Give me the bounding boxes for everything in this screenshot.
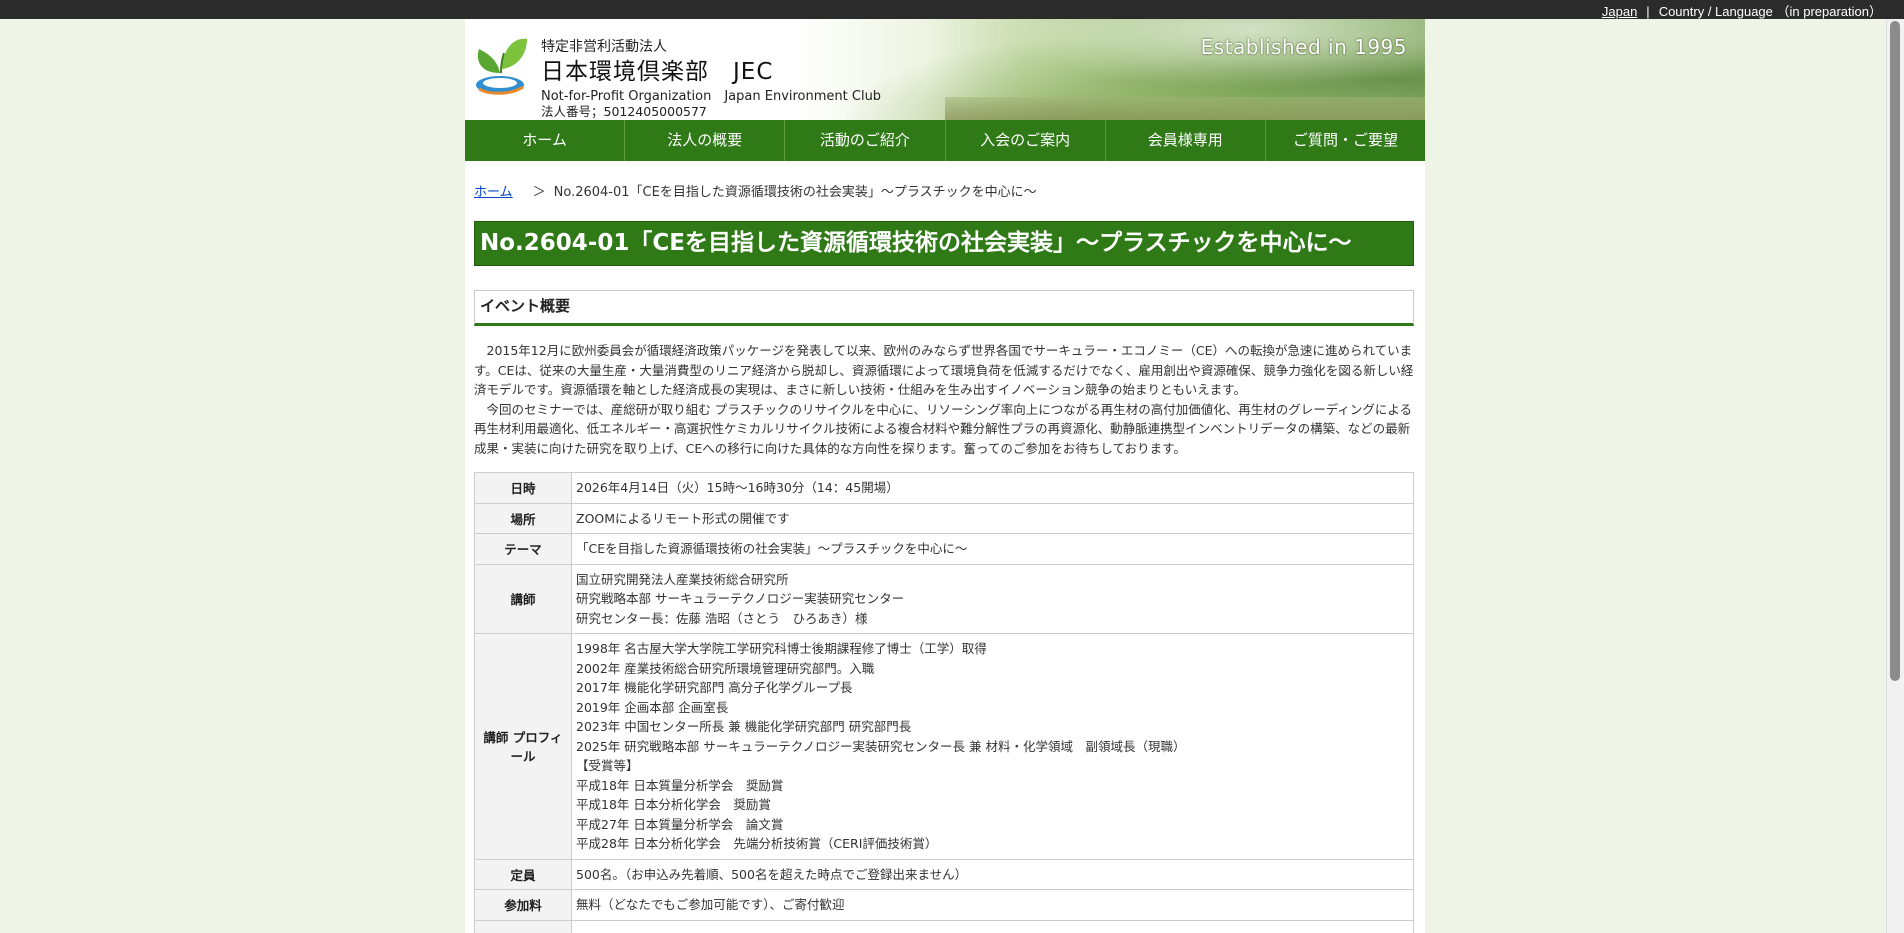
table-row: 定員 500名。（お申込み先着順、500名を超えた時点でご登録出来ません）: [474, 858, 1414, 890]
table-row: [474, 919, 1414, 933]
profile-value: 1998年 名古屋大学大学院工学研究科博士後期課程修了博士（工学）取得 2002…: [571, 633, 1414, 860]
lecturer-value: 国立研究開発法人産業技術総合研究所 研究戦略本部 サーキュラーテクノロジー実装研…: [571, 563, 1414, 634]
profile-line: 平成18年 日本質量分析学会 奨励賞: [576, 777, 784, 793]
lecturer-line: 研究戦略本部 サーキュラーテクノロジー実装研究センター: [576, 591, 905, 606]
capacity-value: 500名。（お申込み先着順、500名を超えた時点でご登録出来ません）: [571, 858, 1414, 890]
profile-line: 2019年 企画本部 企画室長: [576, 699, 729, 715]
nav-item-contact[interactable]: ご質問・ご要望: [1266, 120, 1425, 161]
table-row: 講師 プロフィール 1998年 名古屋大学大学院工学研究科博士後期課程修了博士（…: [474, 633, 1414, 860]
breadcrumb-home-link[interactable]: ホーム: [474, 185, 513, 200]
corporate-number: 法人番号；5012405000577: [541, 104, 707, 119]
sprout-logo-icon[interactable]: [473, 33, 531, 99]
breadcrumb-current: No.2604-01「CEを目指した資源循環技術の社会実装」～プラスチックを中心…: [553, 185, 1037, 200]
page-title: No.2604-01「CEを目指した資源循環技術の社会実装」～プラスチックを中心…: [480, 230, 1352, 256]
header-background-ground: [945, 97, 1425, 120]
table-row: テーマ 「CEを目指した資源循環技術の社会実装」～プラスチックを中心に～: [474, 533, 1414, 565]
org-name-jp: 日本環境倶楽部 JEC: [541, 59, 774, 85]
theme-label: テーマ: [474, 533, 572, 565]
nav-item-membership[interactable]: 入会のご案内: [946, 120, 1106, 161]
top-bar-links: Japan | Country / Language （in preparation…: [1602, 1, 1882, 20]
table-row: 場所 ZOOMによるリモート形式の開催です: [474, 502, 1414, 534]
datetime-value: 2026年4月14日（火）15時～16時30分（14：45開場）: [571, 472, 1414, 504]
breadcrumb: ホーム ＞ No.2604-01「CEを目指した資源循環技術の社会実装」～プラスチッ…: [474, 181, 1037, 200]
profile-line: 2025年 研究戦略本部 サーキュラーテクノロジー実装研究センター長 兼 材料・…: [576, 738, 1186, 754]
table-cell-empty: [571, 919, 1414, 933]
top-bar: Japan | Country / Language （in preparation…: [0, 0, 1904, 19]
profile-line: 【受賞等】: [576, 758, 639, 773]
nav-item-home[interactable]: ホーム: [465, 120, 626, 161]
event-intro: 2015年12月に欧州委員会が循環経済政策パッケージを発表して以来、欧州のみなら…: [474, 341, 1414, 458]
lecturer-line: 国立研究開発法人産業技術総合研究所: [576, 571, 789, 587]
capacity-label: 定員: [474, 858, 572, 890]
main-nav: ホーム 法人の概要 活動のご紹介 入会のご案内 会員様専用 ご質問・ご要望: [465, 120, 1425, 161]
fee-label: 参加料: [474, 889, 572, 921]
section-heading-box: イベント概要: [474, 290, 1414, 326]
lecturer-line: 研究センター長：佐藤 浩昭（さとう ひろあき）様: [576, 610, 868, 626]
profile-line: 2017年 機能化学研究部門 高分子化学グループ長: [576, 680, 853, 695]
page-title-bar: No.2604-01「CEを目指した資源循環技術の社会実装」～プラスチックを中心…: [474, 221, 1414, 266]
profile-line: 平成28年 日本分析化学会 先端分析技術賞（CERI評価技術賞）: [576, 836, 938, 851]
japan-link[interactable]: Japan: [1602, 4, 1637, 19]
intro-paragraph-1: 2015年12月に欧州委員会が循環経済政策パッケージを発表して以来、欧州のみなら…: [474, 343, 1414, 397]
profile-label-line: プロフィール: [510, 730, 563, 765]
nav-item-activities[interactable]: 活動のご紹介: [785, 120, 946, 161]
fee-value: 無料（どなたでもご参加可能です）、ご寄付歓迎: [571, 889, 1414, 921]
profile-line: 平成18年 日本分析化学会 奨励賞: [576, 797, 771, 812]
profile-label: 講師 プロフィール: [474, 633, 572, 860]
profile-line: 平成27年 日本質量分析学会 論文賞: [576, 816, 784, 832]
profile-line: 2023年 中国センター所長 兼 機能化学研究部門 研究部門長: [576, 719, 912, 734]
section-heading: イベント概要: [480, 297, 571, 315]
intro-paragraph-2: 今回のセミナーでは、産総研が取り組む プラスチックのリサイクルを中心に、リソーシ…: [474, 401, 1412, 456]
scrollbar-thumb[interactable]: [1890, 21, 1900, 681]
table-row: 講師 国立研究開発法人産業技術総合研究所 研究戦略本部 サーキュラーテクノロジー…: [474, 563, 1414, 634]
table-row: 日時 2026年4月14日（火）15時～16時30分（14：45開場）: [474, 472, 1414, 504]
established-label: Established in 1995: [1200, 35, 1407, 59]
lecturer-label: 講師: [474, 563, 572, 634]
page-scrollbar[interactable]: [1886, 19, 1904, 933]
profile-line: 1998年 名古屋大学大学院工学研究科博士後期課程修了博士（工学）取得: [576, 641, 987, 656]
place-value: ZOOMによるリモート形式の開催です: [571, 502, 1414, 534]
breadcrumb-separator: ＞: [532, 185, 546, 200]
theme-value: 「CEを目指した資源循環技術の社会実装」～プラスチックを中心に～: [571, 533, 1414, 565]
datetime-label: 日時: [474, 472, 572, 504]
table-row: 参加料 無料（どなたでもご参加可能です）、ご寄付歓迎: [474, 889, 1414, 921]
table-cell-empty: [474, 919, 572, 933]
top-bar-separator: |: [1646, 4, 1650, 19]
place-label: 場所: [474, 502, 572, 534]
country-language-label: Country / Language （in preparation）: [1658, 4, 1882, 19]
nav-item-members-only[interactable]: 会員様専用: [1106, 120, 1266, 161]
event-info-table: 日時 2026年4月14日（火）15時～16時30分（14：45開場） 場所 Z…: [474, 472, 1414, 933]
page-container: 特定非営利活動法人 日本環境倶楽部 JEC Not-for-Profit Org…: [465, 19, 1425, 933]
site-header: 特定非営利活動法人 日本環境倶楽部 JEC Not-for-Profit Org…: [465, 19, 1425, 120]
nav-item-about[interactable]: 法人の概要: [625, 120, 786, 161]
profile-line: 2002年 産業技術総合研究所環境管理研究部門。入職: [576, 660, 875, 676]
profile-label-line: 講師: [483, 730, 509, 746]
